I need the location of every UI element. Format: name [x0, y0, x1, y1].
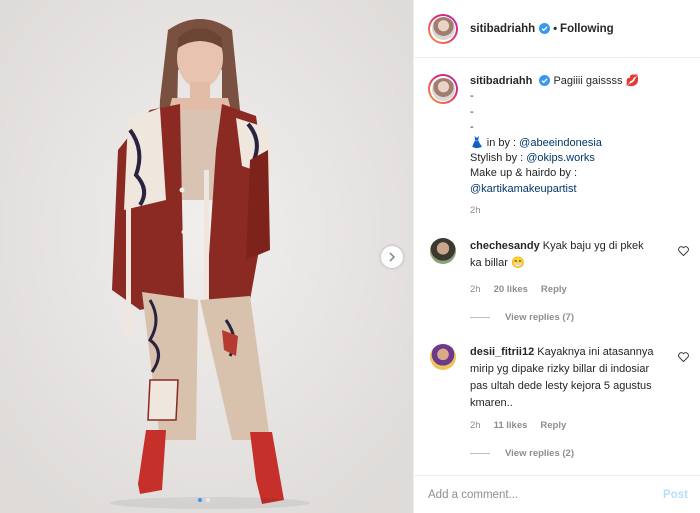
caption-dash: -: [470, 105, 474, 118]
comment-meta: 2h 11 likes Reply: [470, 420, 566, 431]
comment-item: desii_fitrii12 Kayaknya ini atasannya mi…: [428, 344, 690, 412]
comment-item: chechesandy Kyak baju yg di pkek ka bill…: [428, 238, 690, 272]
carousel-indicator: [198, 498, 210, 502]
view-replies-label: View replies (7): [505, 312, 574, 323]
author-avatar[interactable]: [428, 13, 458, 44]
view-replies-label: View replies (2): [505, 448, 574, 459]
reply-button[interactable]: Reply: [540, 420, 566, 431]
comment-meta: 2h 20 likes Reply: [470, 284, 567, 295]
comment-username[interactable]: desii_fitrii12: [470, 346, 534, 358]
post-details-panel: sitibadriahh • Following sitibadriahh Pa…: [413, 0, 700, 513]
next-photo-button[interactable]: [381, 246, 403, 268]
header-separator: •: [553, 22, 558, 35]
post-comment-button[interactable]: Post: [663, 489, 688, 501]
carousel-dot: [198, 498, 202, 502]
reply-button[interactable]: Reply: [541, 284, 567, 295]
instagram-post: sitibadriahh • Following sitibadriahh Pa…: [0, 0, 700, 513]
caption-dash: -: [470, 90, 474, 103]
post-media[interactable]: [0, 0, 413, 513]
verified-badge-icon: [539, 75, 551, 86]
caption-text: Pagiiii gaissss: [553, 75, 623, 87]
lips-emoji: 💋: [625, 75, 640, 87]
verified-badge-icon: [539, 23, 551, 34]
commenter-avatar[interactable]: [430, 344, 456, 370]
commenter-avatar[interactable]: [430, 238, 456, 264]
caption-in-by-label: in by :: [486, 136, 520, 149]
comment-likes[interactable]: 20 likes: [494, 284, 528, 295]
mention-abeeindonesia[interactable]: @abeeindonesia: [519, 137, 602, 149]
caption-makeup-label: Make up & hairdo by :: [470, 167, 578, 180]
comment-time[interactable]: 2h: [470, 420, 481, 431]
comment-time[interactable]: 2h: [470, 284, 481, 295]
caption-username[interactable]: sitibadriahh: [470, 75, 532, 87]
caption-avatar[interactable]: [428, 74, 458, 104]
caption-dash: -: [470, 121, 474, 134]
view-replies-button[interactable]: View replies (7): [470, 312, 574, 323]
mention-okips-works[interactable]: @okips.works: [526, 152, 595, 164]
view-replies-button[interactable]: View replies (2): [470, 448, 574, 459]
heart-icon[interactable]: [678, 352, 689, 362]
comment-likes[interactable]: 11 likes: [494, 420, 528, 431]
comment-username[interactable]: chechesandy: [470, 240, 540, 252]
author-username[interactable]: sitibadriahh: [470, 23, 535, 35]
post-caption: sitibadriahh Pagiiii gaissss 💋 - - - 👗 i…: [428, 74, 690, 219]
chevron-right-icon: [389, 252, 396, 262]
post-header: sitibadriahh • Following: [414, 0, 700, 58]
caption-stylish-label: Stylish by :: [470, 152, 527, 165]
mention-kartikamakeupartist[interactable]: @kartikamakeupartist: [470, 182, 639, 197]
dress-emoji: 👗: [470, 136, 484, 149]
comment-composer: Post: [414, 475, 700, 513]
carousel-dot: [206, 498, 210, 502]
following-button[interactable]: Following: [560, 23, 614, 35]
post-photo: [0, 0, 413, 513]
heart-icon[interactable]: [678, 246, 689, 256]
caption-time[interactable]: 2h: [470, 203, 639, 218]
comment-input[interactable]: [428, 488, 653, 501]
grin-emoji: 😁: [510, 257, 525, 269]
